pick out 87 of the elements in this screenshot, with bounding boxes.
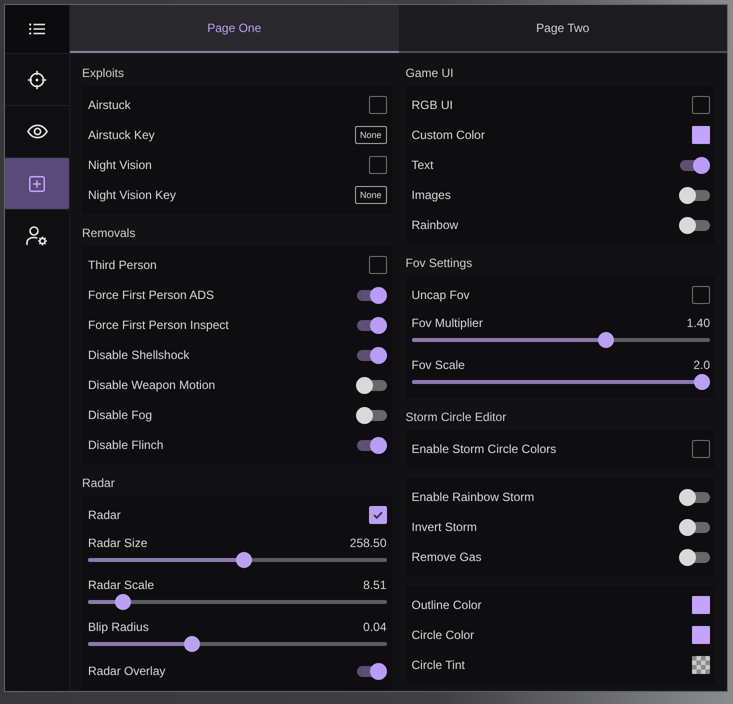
slider-thumb[interactable] (598, 332, 614, 348)
setting-label: Airstuck Key (88, 128, 155, 142)
toggle-switch[interactable] (679, 216, 710, 234)
toggle-switch[interactable] (679, 186, 710, 204)
toggle-switch[interactable] (356, 346, 386, 364)
toggle-switch[interactable] (679, 156, 710, 174)
section-title: Fov Settings (406, 255, 474, 272)
slider-track[interactable] (88, 636, 386, 652)
toggle-switch[interactable] (356, 406, 386, 424)
setting-label: Disable Shellshock (88, 348, 190, 362)
setting-label: Radar Overlay (88, 664, 166, 678)
setting-label: Radar Size (88, 536, 148, 550)
setting-label: Fov Multiplier (412, 316, 483, 330)
crosshair-icon (27, 70, 47, 90)
slider-track[interactable] (88, 552, 386, 568)
toggle-switch[interactable] (679, 548, 710, 566)
setting-label: Disable Fog (88, 408, 152, 422)
setting-label: Custom Color (412, 128, 485, 142)
setting-label: Enable Storm Circle Colors (412, 442, 556, 456)
slider-value: 1.40 (686, 316, 710, 330)
color-swatch[interactable] (692, 626, 710, 644)
checkbox[interactable] (692, 440, 710, 458)
setting-label: Uncap Fov (412, 288, 470, 302)
setting-label: Circle Color (412, 628, 474, 642)
setting-label: Night Vision (88, 158, 152, 172)
eye-icon (26, 124, 48, 139)
slider-value: 8.51 (363, 578, 386, 592)
checkmark-icon (372, 511, 382, 519)
setting-label: Enable Rainbow Storm (412, 490, 534, 504)
slider-thumb[interactable] (184, 636, 200, 652)
checkbox[interactable] (368, 96, 386, 114)
setting-label: Airstuck (88, 98, 131, 112)
toggle-switch[interactable] (356, 436, 386, 454)
keybind-button[interactable]: None (354, 186, 386, 204)
setting-label: Night Vision Key (88, 188, 176, 202)
color-swatch[interactable] (692, 126, 710, 144)
setting-label: Remove Gas (412, 550, 482, 564)
setting-label: Disable Flinch (88, 438, 164, 452)
menu-button[interactable] (5, 5, 69, 53)
setting-label: Force First Person ADS (88, 288, 214, 302)
slider-thumb[interactable] (694, 374, 710, 390)
slider-value: 258.50 (350, 536, 386, 550)
setting-label: RGB UI (412, 98, 453, 112)
slider-value: 0.04 (363, 620, 386, 634)
toggle-switch[interactable] (356, 376, 386, 394)
slider-thumb[interactable] (236, 552, 252, 568)
setting-label: Invert Storm (412, 520, 477, 534)
plus-square-icon (29, 176, 45, 192)
toggle-switch[interactable] (679, 488, 710, 506)
setting-label: Images (412, 188, 451, 202)
checkbox[interactable] (368, 506, 386, 524)
setting-label: Radar (88, 508, 121, 522)
setting-label: Disable Weapon Motion (88, 378, 216, 392)
menu-icon (29, 23, 45, 35)
toggle-switch[interactable] (679, 518, 710, 536)
setting-label: Circle Tint (412, 658, 465, 672)
tab[interactable]: Page One (70, 5, 398, 53)
slider-thumb[interactable] (115, 594, 132, 610)
toggle-switch[interactable] (356, 286, 386, 304)
slider-value: 2.0 (693, 358, 710, 372)
section-title: Removals (82, 225, 136, 242)
setting-label: Text (412, 158, 434, 172)
keybind-button[interactable]: None (354, 126, 386, 144)
checkbox[interactable] (368, 256, 386, 274)
color-swatch[interactable] (692, 596, 710, 614)
setting-label: Blip Radius (88, 620, 149, 634)
section-title: Radar (82, 475, 116, 492)
setting-label: Rainbow (412, 218, 458, 232)
setting-label: Force First Person Inspect (88, 318, 229, 332)
setting-label: Radar Scale (88, 578, 154, 592)
color-swatch[interactable] (692, 656, 710, 674)
checkbox[interactable] (692, 286, 710, 304)
toggle-switch[interactable] (356, 316, 386, 334)
slider-track[interactable] (412, 332, 710, 348)
setting-label: Third Person (88, 258, 157, 272)
user-gear-icon (26, 226, 48, 246)
section-title: Game UI (406, 65, 455, 82)
section-title: Storm Circle Editor (406, 409, 508, 426)
checkbox[interactable] (692, 96, 710, 114)
setting-label: Outline Color (412, 598, 482, 612)
tab[interactable]: Page Two (398, 5, 727, 53)
section-title: Exploits (82, 65, 126, 82)
toggle-switch[interactable] (356, 662, 386, 680)
checkbox[interactable] (368, 156, 386, 174)
slider-track[interactable] (412, 374, 710, 390)
slider-track[interactable] (88, 594, 386, 610)
setting-label: Fov Scale (412, 358, 465, 372)
